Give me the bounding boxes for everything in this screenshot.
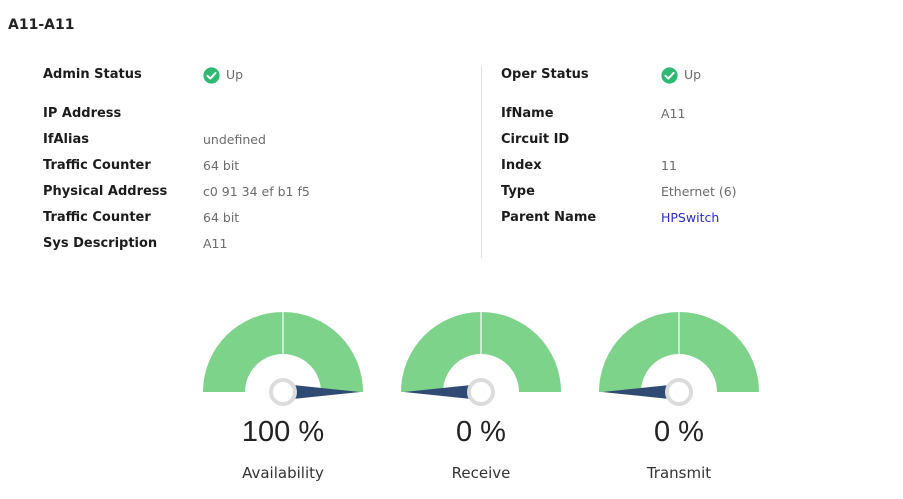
gauge-value: 0 % bbox=[456, 416, 506, 448]
oper-status-text: Up bbox=[684, 67, 702, 82]
detail-label: Traffic Counter bbox=[43, 158, 151, 173]
detail-value: A11 bbox=[203, 236, 228, 251]
parent-name-link[interactable]: HPSwitch bbox=[661, 204, 719, 232]
gauge-label: Receive bbox=[451, 464, 511, 482]
detail-value: Ethernet (6) bbox=[661, 184, 737, 199]
detail-label: Physical Address bbox=[43, 184, 168, 199]
admin-status-label: Admin Status bbox=[43, 67, 142, 82]
gauge-hub bbox=[467, 378, 495, 406]
gauge-dial bbox=[599, 303, 759, 406]
detail-value: 64 bit bbox=[203, 210, 240, 225]
detail-label: IfAlias bbox=[43, 132, 89, 147]
detail-value: 11 bbox=[661, 158, 677, 173]
detail-label: Sys Description bbox=[43, 236, 158, 251]
gauge-dial bbox=[401, 303, 561, 406]
detail-row-type: Type Ethernet (6) bbox=[501, 178, 881, 204]
gauge-hub bbox=[665, 378, 693, 406]
admin-status-row: Admin Status Up bbox=[43, 60, 463, 100]
receive-gauge: 0 % Receive bbox=[396, 300, 566, 490]
detail-value: c0 91 34 ef b1 f5 bbox=[203, 184, 310, 199]
gauge-value: 0 % bbox=[654, 416, 704, 448]
oper-status-value: Up bbox=[661, 60, 701, 90]
detail-row-ifname: IfName A11 bbox=[501, 100, 881, 126]
admin-status-text: Up bbox=[226, 67, 244, 82]
detail-row-traffic-counter: Traffic Counter 64 bit bbox=[43, 204, 463, 230]
gauge-value: 100 % bbox=[241, 416, 325, 448]
oper-status-row: Oper Status Up bbox=[501, 60, 881, 100]
detail-label: IP Address bbox=[43, 106, 122, 121]
oper-status-label: Oper Status bbox=[501, 67, 589, 82]
check-circle-icon bbox=[203, 66, 220, 84]
left-details-panel: Admin Status Up IP Address IfAlias undef… bbox=[43, 60, 463, 256]
detail-value: undefined bbox=[203, 132, 266, 147]
page-title: A11-A11 bbox=[8, 17, 75, 33]
detail-label: Type bbox=[501, 184, 535, 199]
gauge-hub bbox=[269, 378, 297, 406]
detail-row-sys-description: Sys Description A11 bbox=[43, 230, 463, 256]
gauge-dial bbox=[203, 303, 363, 406]
availability-gauge: 100 % Availability bbox=[198, 300, 368, 490]
detail-value: 64 bit bbox=[203, 158, 240, 173]
detail-label: Parent Name bbox=[501, 210, 597, 225]
detail-row-circuit-id: Circuit ID bbox=[501, 126, 881, 152]
detail-row-ifalias: IfAlias undefined bbox=[43, 126, 463, 152]
detail-value: A11 bbox=[661, 106, 686, 121]
admin-status-value: Up bbox=[203, 60, 243, 90]
gauge-label: Availability bbox=[242, 464, 324, 482]
detail-row-physical-address: Physical Address c0 91 34 ef b1 f5 bbox=[43, 178, 463, 204]
detail-row-parent-name: Parent Name HPSwitch bbox=[501, 204, 881, 230]
detail-row-ip-address: IP Address bbox=[43, 100, 463, 126]
detail-label: IfName bbox=[501, 106, 554, 121]
check-circle-icon bbox=[661, 66, 678, 84]
detail-row-traffic-counter: Traffic Counter 64 bit bbox=[43, 152, 463, 178]
detail-row-index: Index 11 bbox=[501, 152, 881, 178]
detail-label: Traffic Counter bbox=[43, 210, 151, 225]
detail-label: Index bbox=[501, 158, 542, 173]
detail-label: Circuit ID bbox=[501, 132, 570, 147]
panel-divider bbox=[481, 66, 482, 258]
transmit-gauge: 0 % Transmit bbox=[594, 300, 764, 490]
gauge-label: Transmit bbox=[646, 464, 712, 482]
right-details-panel: Oper Status Up IfName A11 Circuit ID Ind… bbox=[501, 60, 881, 230]
